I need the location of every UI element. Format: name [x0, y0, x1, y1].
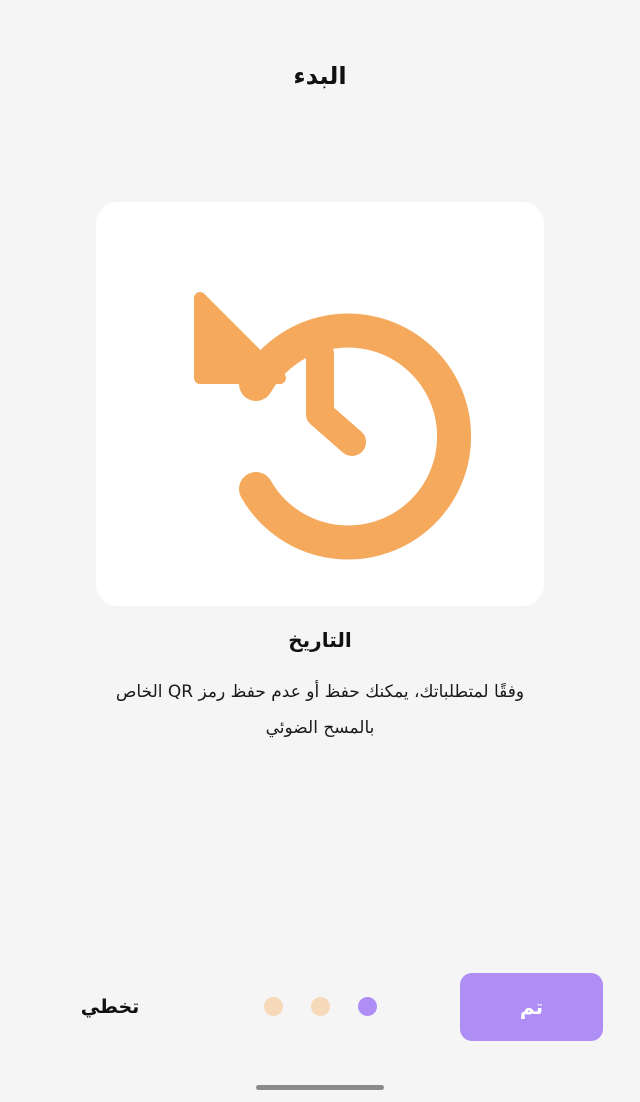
done-button[interactable]: تم: [460, 973, 603, 1041]
history-icon: [194, 292, 471, 560]
feature-description: وفقًا لمتطلباتك، يمكنك حفظ أو عدم حفظ رم…: [115, 682, 525, 738]
home-indicator: [256, 1085, 384, 1090]
page-indicator: [264, 997, 378, 1017]
skip-button[interactable]: تخطي: [62, 986, 158, 1028]
page-title: البدء: [293, 62, 347, 90]
page-dot: [264, 997, 283, 1016]
page-dot: [358, 997, 377, 1016]
page-dot: [311, 997, 330, 1016]
illustration-card: [96, 202, 544, 606]
feature-title: التاريخ: [288, 628, 352, 652]
